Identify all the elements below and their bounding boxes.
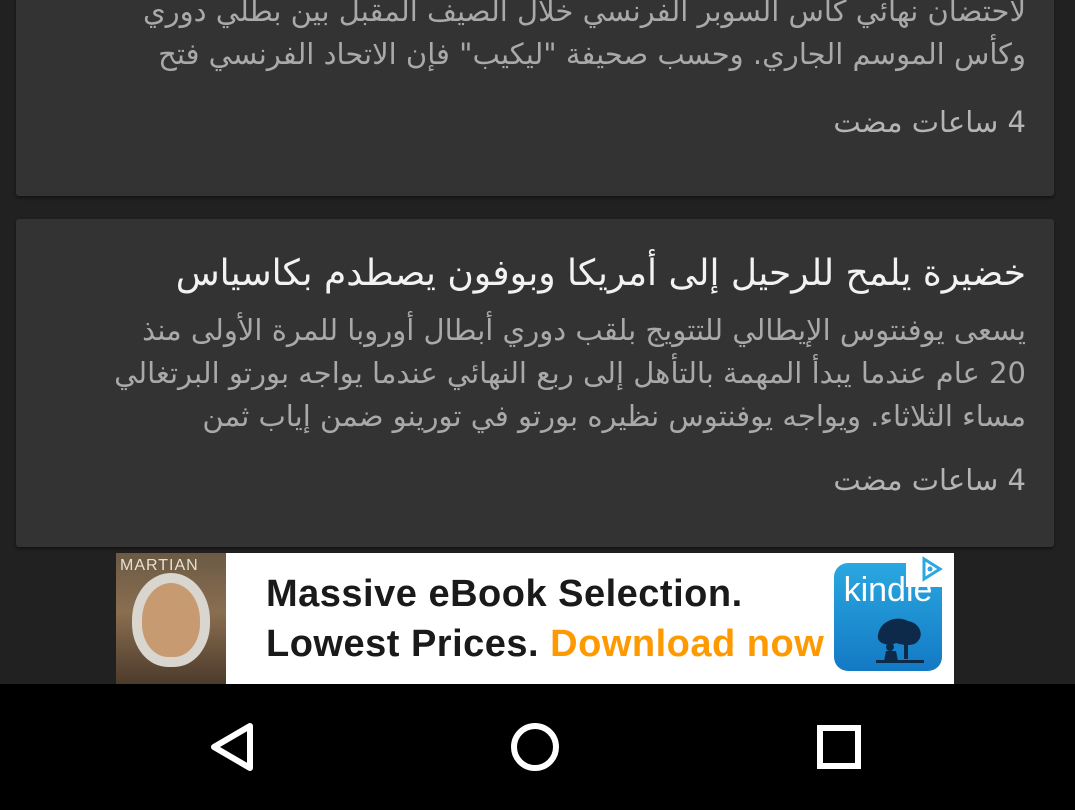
ad-banner[interactable]: MARTIAN Massive eBook Selection. Lowest …: [116, 553, 954, 684]
news-card-title[interactable]: خضيرة يلمح للرحيل إلى أمريكا وبوفون يصطد…: [44, 219, 1026, 297]
news-card-time: 4 ساعات مضت: [833, 105, 1026, 139]
adchoices-icon[interactable]: [906, 553, 954, 587]
home-circle-icon[interactable]: [500, 714, 570, 784]
ad-download-link[interactable]: Download now: [550, 623, 824, 665]
recents-square-icon[interactable]: [804, 714, 874, 784]
news-card-summary: لاحتضان نهائي كأس السوبر الفرنسي خلال ال…: [44, 0, 1026, 76]
summary-line: مساء الثلاثاء. ويواجه يوفنتوس نظيره بورت…: [202, 399, 1026, 433]
book-cover-title: MARTIAN: [120, 557, 199, 574]
ad-subline: Lowest Prices. Download now: [266, 623, 824, 666]
system-nav-bar: [0, 684, 1075, 810]
summary-line: وكأس الموسم الجاري. وحسب صحيفة "ليكيب" ف…: [158, 37, 1026, 71]
summary-line: لاحتضان نهائي كأس السوبر الفرنسي خلال ال…: [142, 0, 1026, 28]
back-triangle-icon[interactable]: [198, 714, 268, 784]
news-card-time: 4 ساعات مضت: [833, 463, 1026, 497]
ad-subline-text: Lowest Prices.: [266, 623, 551, 665]
news-card-summary: يسعى يوفنتوس الإيطالي للتتويج بلقب دوري …: [44, 297, 1026, 438]
reader-under-tree-icon: [876, 618, 924, 663]
book-cover-image: MARTIAN: [116, 553, 226, 684]
ad-headline: Massive eBook Selection.: [266, 573, 743, 615]
news-card[interactable]: خضيرة يلمح للرحيل إلى أمريكا وبوفون يصطد…: [16, 219, 1054, 547]
astronaut-face-image: [142, 583, 200, 657]
news-card[interactable]: لاحتضان نهائي كأس السوبر الفرنسي خلال ال…: [16, 0, 1054, 196]
summary-line: 20 عام عندما يبدأ المهمة بالتأهل إلى ربع…: [114, 356, 1026, 390]
news-feed[interactable]: لاحتضان نهائي كأس السوبر الفرنسي خلال ال…: [0, 0, 1075, 684]
summary-line: يسعى يوفنتوس الإيطالي للتتويج بلقب دوري …: [142, 313, 1026, 347]
